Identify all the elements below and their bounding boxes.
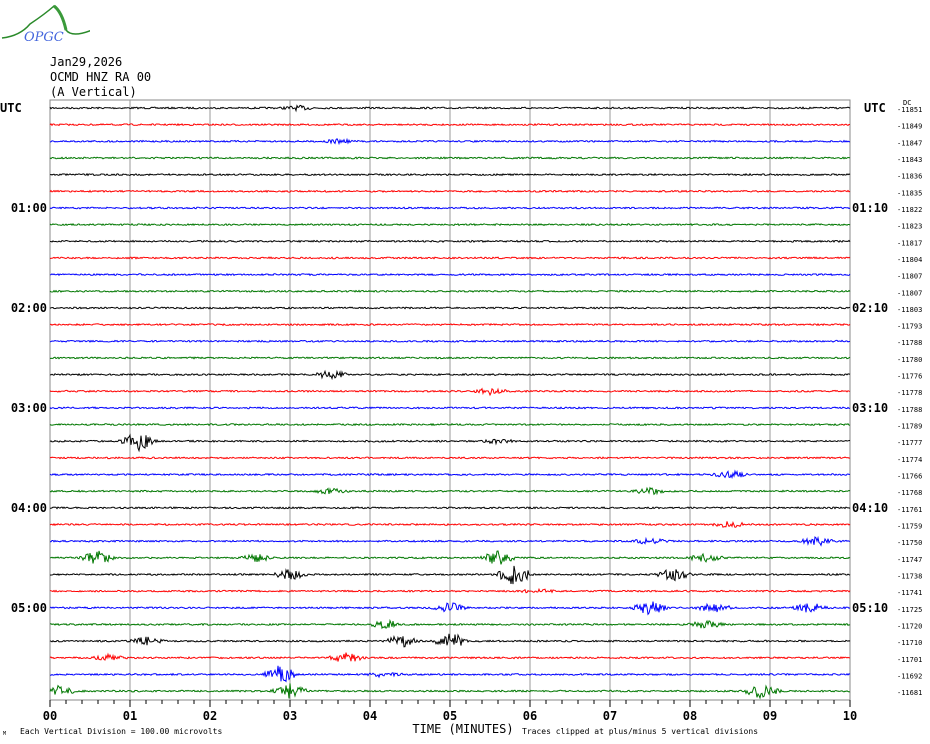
left-time-label: 04:00 xyxy=(11,501,47,515)
x-tick-label: 04 xyxy=(363,709,377,723)
dc-offset-label: -11836 xyxy=(897,173,922,181)
right-time-label: 02:10 xyxy=(852,301,888,315)
dc-offset-label: -11807 xyxy=(897,273,922,281)
dc-offset-label: -11681 xyxy=(897,689,922,697)
dc-offset-label: -11777 xyxy=(897,439,922,447)
x-tick-label: 00 xyxy=(43,709,57,723)
dc-offset-label: -11851 xyxy=(897,106,922,114)
dc-offset-label: -11823 xyxy=(897,223,922,231)
dc-offset-label: -11843 xyxy=(897,156,922,164)
dc-offset-label: -11710 xyxy=(897,639,922,647)
left-time-label: 02:00 xyxy=(11,301,47,315)
scale-note: Each Vertical Division = 100.00 microvol… xyxy=(20,727,222,736)
dc-offset-label: -11789 xyxy=(897,423,922,431)
x-tick-label: 01 xyxy=(123,709,137,723)
dc-offset-label: -11759 xyxy=(897,523,922,531)
dc-offset-label: -11788 xyxy=(897,339,922,347)
x-tick-label: 07 xyxy=(603,709,617,723)
dc-offset-label: -11747 xyxy=(897,556,922,564)
dc-offset-label: -11803 xyxy=(897,306,922,314)
dc-offset-label: -11766 xyxy=(897,473,922,481)
dc-offset-label: -11847 xyxy=(897,139,922,147)
corner-mark: M xyxy=(3,731,6,737)
dc-offset-label: -11750 xyxy=(897,539,922,547)
right-time-label: 04:10 xyxy=(852,501,888,515)
dc-offset-label: -11793 xyxy=(897,323,922,331)
left-time-label: 03:00 xyxy=(11,401,47,415)
dc-offset-label: -11761 xyxy=(897,506,922,514)
dc-offset-label: -11849 xyxy=(897,123,922,131)
dc-offset-label: -11774 xyxy=(897,456,922,464)
x-tick-label: 10 xyxy=(843,709,857,723)
dc-offset-label: -11788 xyxy=(897,406,922,414)
left-time-label: UTC xyxy=(0,101,22,115)
dc-offset-label: -11778 xyxy=(897,389,922,397)
clip-note: Traces clipped at plus/minus 5 vertical … xyxy=(522,727,758,736)
left-time-label: 01:00 xyxy=(11,201,47,215)
dc-offset-label: -11776 xyxy=(897,373,922,381)
dc-offset-label: -11692 xyxy=(897,672,922,680)
dc-offset-label: -11725 xyxy=(897,606,922,614)
x-tick-label: 08 xyxy=(683,709,697,723)
x-tick-label: 09 xyxy=(763,709,777,723)
dc-offset-label: -11817 xyxy=(897,239,922,247)
dc-offset-label: -11738 xyxy=(897,572,922,580)
dc-offset-label: -11780 xyxy=(897,356,922,364)
dc-offset-label: -11807 xyxy=(897,289,922,297)
dc-offset-label: -11741 xyxy=(897,589,922,597)
dc-offset-label: -11768 xyxy=(897,489,922,497)
x-tick-label: 05 xyxy=(443,709,457,723)
dc-offset-label: -11822 xyxy=(897,206,922,214)
right-time-label: 03:10 xyxy=(852,401,888,415)
left-time-label: 05:00 xyxy=(11,601,47,615)
dc-offset-label: -11701 xyxy=(897,656,922,664)
right-time-label: 01:10 xyxy=(852,201,888,215)
x-axis-title: TIME (MINUTES) xyxy=(412,722,513,736)
x-tick-label: 03 xyxy=(283,709,297,723)
right-time-label: 05:10 xyxy=(852,601,888,615)
dc-offset-label: -11720 xyxy=(897,622,922,630)
right-time-label: UTC xyxy=(864,101,886,115)
x-tick-label: 06 xyxy=(523,709,537,723)
dc-offset-label: -11804 xyxy=(897,256,922,264)
seismogram-chart: 00 01 02 03 04 05 06 07 08 09 10 TIME (MINUTES) Each… xyxy=(0,99,922,737)
x-tick-label: 02 xyxy=(203,709,217,723)
dc-offset-label: -11835 xyxy=(897,189,922,197)
